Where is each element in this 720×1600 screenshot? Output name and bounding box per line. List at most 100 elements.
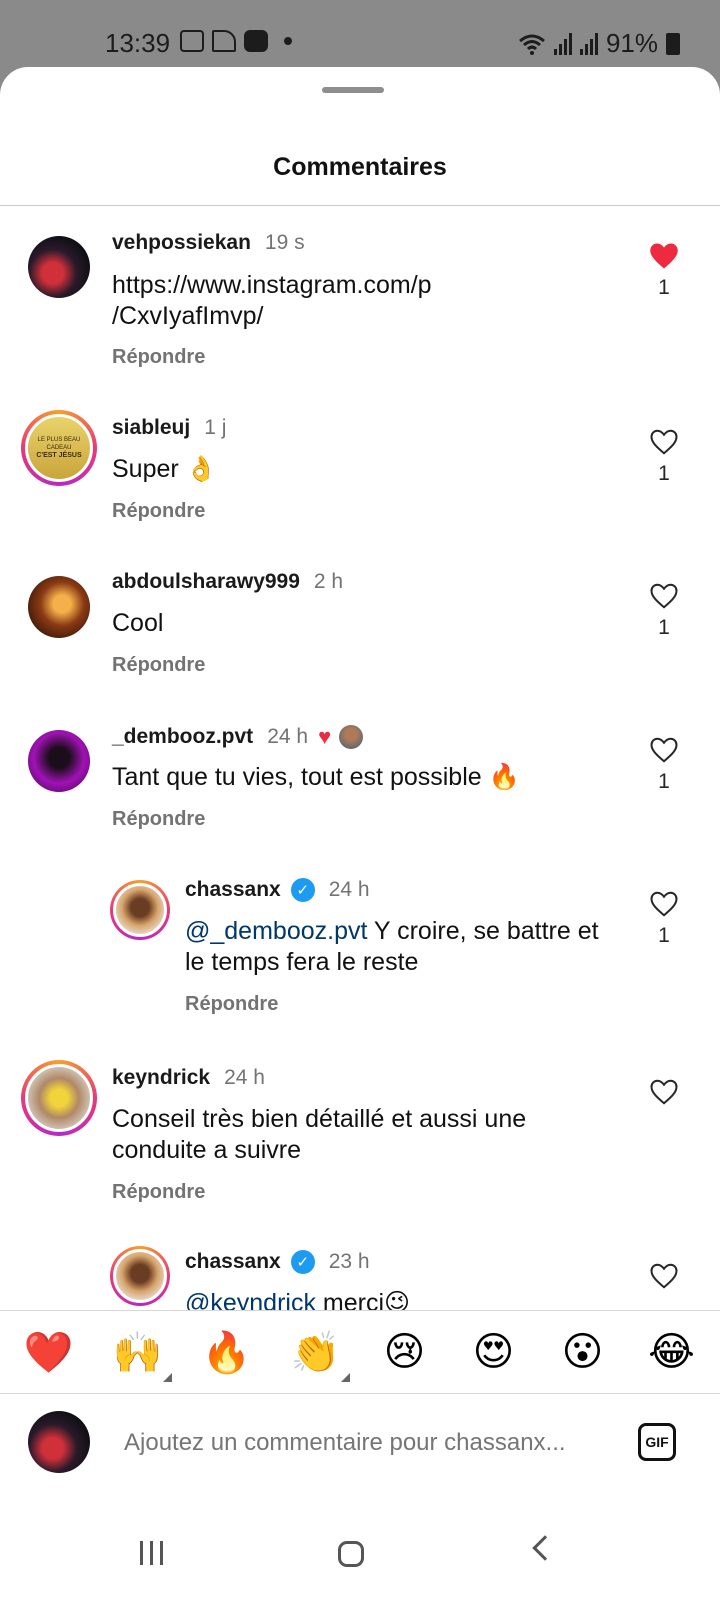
like-button[interactable]: 1 (646, 890, 682, 948)
comment-time: 2 h (313, 570, 344, 593)
comment-text: Cool (112, 609, 164, 637)
my-avatar (28, 1411, 90, 1473)
comments-sheet: Commentaires vehpossiekan 19 s https://w… (0, 67, 720, 1600)
comment-item: abdoulsharawy999 2 h Cool Répondre 1 (0, 556, 720, 706)
comment-username[interactable]: _dembooz.pvt (112, 725, 253, 749)
avatar-text: C'EST JÉSUS (36, 452, 82, 459)
comment-time: 19 s (264, 231, 305, 254)
status-time: 13:39 (105, 28, 171, 58)
avatar[interactable] (21, 1060, 97, 1136)
comment-time: 1 j (204, 416, 227, 439)
reply-button[interactable]: Répondre (185, 993, 278, 1016)
avatar[interactable] (110, 1246, 170, 1306)
emoji-laughing[interactable]: 😂 (642, 1329, 702, 1375)
emoji-fire[interactable]: 🔥 (197, 1329, 257, 1376)
avatar[interactable] (28, 236, 90, 298)
emoji-heart[interactable]: ❤️ (19, 1329, 79, 1376)
emoji-clap[interactable]: 👏 (286, 1329, 350, 1382)
skin-tone-indicator (340, 1372, 350, 1382)
recent-apps-icon[interactable] (140, 1541, 163, 1565)
author-avatar (339, 725, 364, 749)
reply-button[interactable]: Répondre (112, 808, 205, 831)
reply-button[interactable]: Répondre (112, 1181, 205, 1204)
signal-icon (553, 32, 572, 55)
emoji-quick-bar: ❤️ 🙌 🔥 👏 😢 😍 😮 😂 (0, 1310, 720, 1394)
comment-text: Tant que tu vies, tout est possible 🔥 (112, 763, 520, 791)
emoji-raised-hands[interactable]: 🙌 (108, 1329, 172, 1382)
comment-input[interactable] (124, 1429, 624, 1457)
comment-text: @keyndrick merci😉 (185, 1288, 410, 1310)
heart-outline-icon (650, 891, 678, 917)
mention-link[interactable]: @_dembooz.pvt (185, 917, 367, 945)
comment-username[interactable]: abdoulsharawy999 (112, 570, 300, 594)
reply-button[interactable]: Répondre (112, 346, 205, 369)
status-bar: 13:39 91% (0, 0, 720, 70)
avatar[interactable] (28, 576, 90, 638)
like-count: 1 (658, 276, 670, 299)
comment-item: LE PLUS BEAU CADEAU C'EST JÉSUS siableuj… (0, 396, 720, 546)
comment-time: 23 h (328, 1250, 370, 1273)
comment-username[interactable]: vehpossiekan (112, 231, 251, 255)
emoji-heart-eyes[interactable]: 😍 (464, 1329, 524, 1375)
like-button[interactable]: 1 (646, 582, 682, 640)
back-icon[interactable] (532, 1535, 558, 1561)
like-button[interactable]: 1 (646, 428, 682, 486)
comment-item: vehpossiekan 19 s https://www.instagram.… (0, 206, 720, 386)
comment-username[interactable]: siableuj (112, 416, 190, 440)
comment-username[interactable]: chassanx (185, 878, 281, 902)
avatar[interactable] (110, 880, 170, 940)
signal-icon (579, 32, 598, 55)
comment-text: Super 👌 (112, 455, 217, 483)
heart-outline-icon (650, 1263, 678, 1289)
mention-link[interactable]: @keyndrick (185, 1289, 316, 1310)
wifi-icon (518, 34, 545, 55)
reply-button[interactable]: Répondre (112, 500, 205, 523)
comment-time: 24 h (328, 878, 370, 901)
more-notifications-dot (284, 37, 292, 45)
like-count: 1 (658, 924, 670, 947)
comment-item: _dembooz.pvt 24 h ♥ Tant que tu vies, to… (0, 710, 720, 860)
comment-time: 24 h (267, 725, 309, 748)
comment-body: merci😉 (315, 1289, 411, 1310)
emoji-surprised[interactable]: 😮 (553, 1329, 613, 1375)
comment-link[interactable]: https://www.instagram.com/p /CxvIyafImvp… (112, 271, 432, 330)
like-count: 1 (658, 770, 670, 793)
like-button[interactable]: 1 (646, 736, 682, 794)
comment-username[interactable]: chassanx (185, 1250, 281, 1274)
telegram-icon (212, 30, 236, 52)
reply-comment-item: chassanx ✓ 24 h @_dembooz.pvt Y croire, … (0, 864, 720, 1044)
battery-icon (666, 32, 680, 55)
heart-filled-icon (650, 243, 678, 269)
like-button[interactable] (646, 1078, 682, 1106)
gif-button[interactable]: GIF (638, 1423, 676, 1461)
system-nav-bar (0, 1495, 720, 1600)
like-button[interactable] (646, 1262, 682, 1290)
drag-handle[interactable] (322, 87, 384, 93)
emoji-crying[interactable]: 😢 (375, 1329, 435, 1375)
reply-comment-item: chassanx ✓ 23 h @keyndrick merci😉 (0, 1240, 720, 1310)
like-count: 1 (658, 462, 670, 485)
sheet-title: Commentaires (273, 153, 447, 181)
avatar[interactable]: LE PLUS BEAU CADEAU C'EST JÉSUS (21, 410, 97, 486)
battery-percent: 91% (605, 28, 658, 58)
comment-username[interactable]: keyndrick (112, 1066, 210, 1090)
avatar[interactable] (28, 730, 90, 792)
status-system-icons: 91% (518, 28, 680, 59)
status-notification-icons (180, 30, 292, 52)
gallery-icon (180, 30, 204, 52)
comment-time: 24 h (224, 1066, 265, 1089)
verified-badge-icon: ✓ (290, 878, 315, 902)
heart-outline-icon (650, 429, 678, 455)
comment-text: https://www.instagram.com/p /CxvIyafImvp… (112, 270, 552, 332)
heart-outline-icon (650, 1079, 678, 1105)
author-liked-heart-icon: ♥ (318, 724, 332, 749)
comment-composer: GIF (0, 1395, 720, 1495)
reply-button[interactable]: Répondre (112, 654, 205, 677)
comment-list[interactable]: vehpossiekan 19 s https://www.instagram.… (0, 206, 720, 1310)
comment-item: keyndrick 24 h Conseil très bien détaill… (0, 1054, 720, 1234)
home-icon[interactable] (338, 1541, 364, 1567)
like-button[interactable]: 1 (646, 242, 682, 300)
app-icon (244, 30, 268, 52)
like-count: 1 (658, 616, 670, 639)
avatar-text: LE PLUS BEAU CADEAU (37, 437, 81, 451)
